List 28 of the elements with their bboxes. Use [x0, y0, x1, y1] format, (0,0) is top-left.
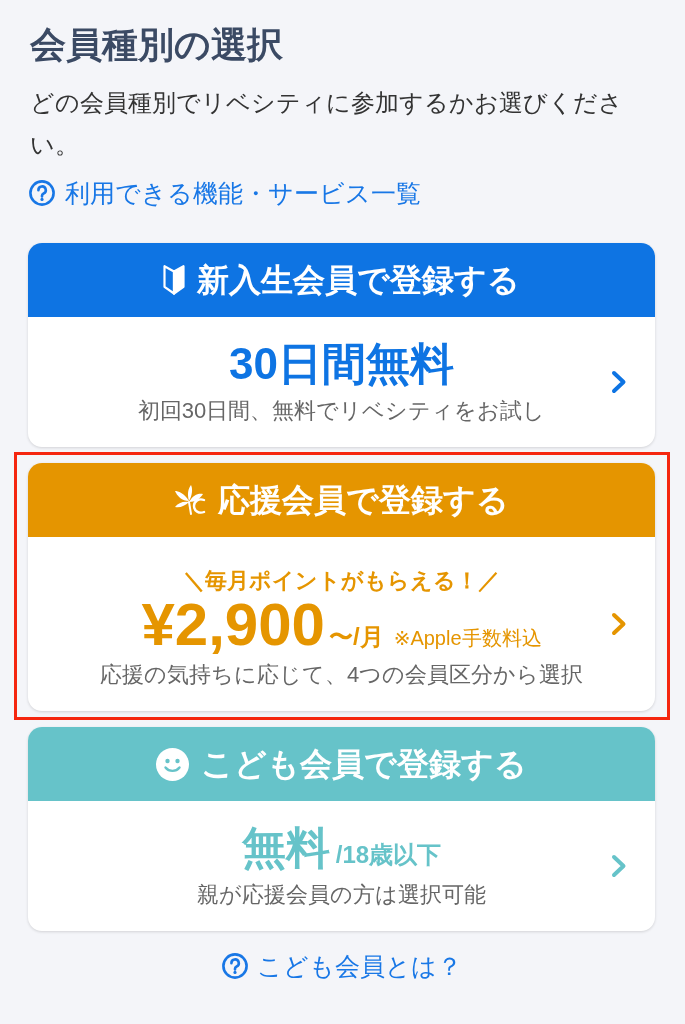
fee-note: ※Apple手数料込 [393, 626, 542, 651]
feature-list-link[interactable]: 利用できる機能・サービス一覧 [29, 175, 421, 211]
smiley-icon [156, 747, 189, 781]
price-unit: /18歳以下 [335, 840, 442, 870]
kids-info-link[interactable]: こども会員とは？ [221, 948, 462, 984]
tagline: ＼毎月ポイントがもらえる！／ [183, 567, 500, 595]
help-icon [221, 953, 248, 979]
card-description: 応援の気持ちに応じて、4つの会員区分から選択 [99, 661, 584, 689]
leaf-icon [174, 485, 206, 515]
card-title: こども会員で登録する [201, 745, 527, 784]
price-text: 無料 [241, 822, 330, 874]
price-unit: 〜/月 [328, 622, 384, 652]
card-title: 応援会員で登録する [218, 481, 509, 520]
help-icon [29, 180, 55, 206]
card-description: 初回30日間、無料でリベシティをお試し [137, 397, 546, 425]
chevron-right-icon [611, 854, 627, 878]
plan-card[interactable]: こども会員で登録する 無料/18歳以下 親が応援会員の方は選択可能 [28, 727, 655, 931]
card-description: 親が応援会員の方は選択可能 [197, 881, 486, 909]
card-title: 新入生会員で登録する [197, 261, 520, 300]
price-text: ¥2,900 [141, 595, 325, 655]
plan-card[interactable]: 新入生会員で登録する 30日間無料 初回30日間、無料でリベシティをお試し [28, 243, 655, 447]
chevron-right-icon [611, 612, 627, 636]
chevron-right-icon [611, 370, 627, 394]
beginner-mark-icon [163, 265, 185, 295]
price-text: 30日間無料 [229, 338, 454, 390]
plan-card[interactable]: 応援会員で登録する ＼毎月ポイントがもらえる！／ ¥2,900〜/月 ※Apple手数料込 応援の気持ちに応じて、4つの会員区分から選択 [28, 463, 655, 711]
page-title: 会員種別の選択 [29, 23, 284, 67]
page-description: どの会員種別でリベシティに参加するかお選びください。 [30, 88, 624, 160]
